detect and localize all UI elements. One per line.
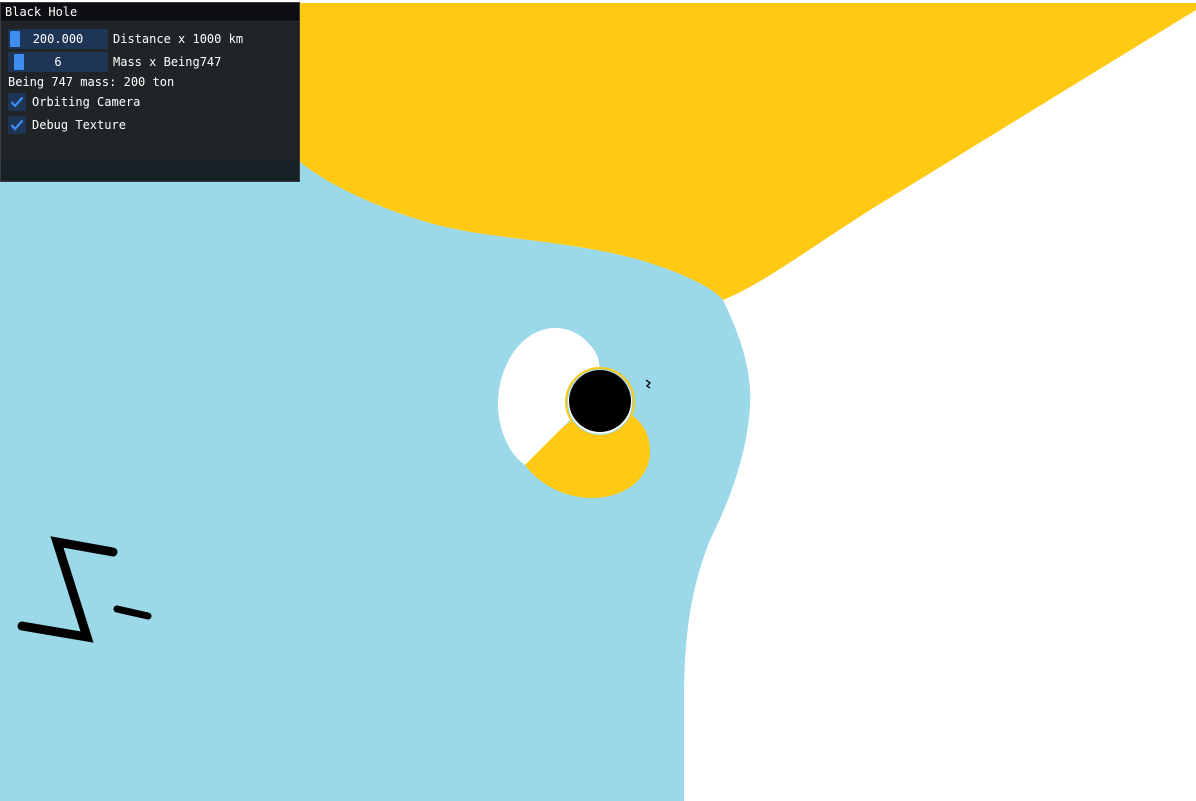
mass-info-text: Being 747 mass: 200 ton <box>8 75 175 89</box>
distance-slider[interactable]: 200.000 <box>8 29 108 49</box>
orbiting-camera-label: Orbiting Camera <box>32 95 141 109</box>
distance-label: Distance x 1000 km <box>113 32 244 46</box>
mass-label: Mass x Being747 <box>113 55 222 69</box>
info-row: Being 747 mass: 200 ton <box>8 72 174 92</box>
black-hole-settings-window[interactable]: Black Hole 200.000 Distance x 1000 km 6 … <box>0 2 300 182</box>
window-title-bar[interactable]: Black Hole <box>1 3 299 22</box>
debug-texture-label: Debug Texture <box>32 118 126 132</box>
distance-value: 200.000 <box>32 32 84 46</box>
event-horizon-black-disk <box>569 370 631 432</box>
mass-slider[interactable]: 6 <box>8 52 108 72</box>
orbiting-camera-checkbox[interactable] <box>8 93 26 111</box>
debug-texture-checkbox[interactable] <box>8 116 26 134</box>
window-title: Black Hole <box>5 5 78 19</box>
checkmark-icon <box>10 96 24 108</box>
checkmark-icon <box>10 119 24 131</box>
mass-value: 6 <box>54 55 62 69</box>
